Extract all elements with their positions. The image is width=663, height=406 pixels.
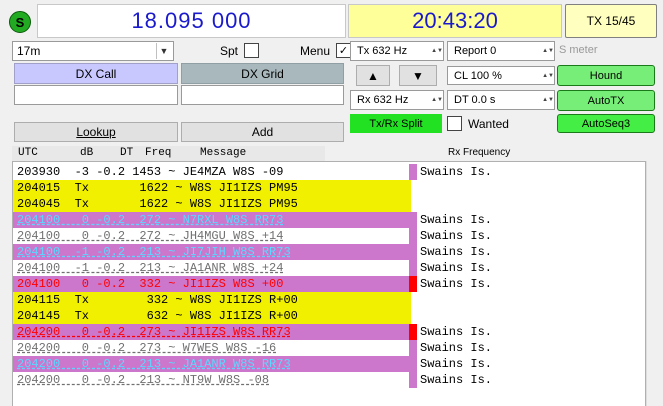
utc-clock: 20:43:20 <box>348 4 562 38</box>
wanted-checkbox[interactable] <box>447 116 462 131</box>
message-row[interactable]: 204045 Tx 1622 ~ W8S JI1IZS PM95 <box>13 196 411 212</box>
header-rx-frequency: Rx Frequency <box>448 147 511 158</box>
chevron-down-icon: ▼ <box>156 43 171 59</box>
message-row[interactable]: 204015 Tx 1622 ~ W8S JI1IZS PM95 <box>13 180 411 196</box>
message-row[interactable]: 203930 -3 -0.2 1453 ~ JE4MZA W8S -09 <box>13 164 411 180</box>
header-dt: DT <box>120 147 134 159</box>
row-location: Swains Is. <box>420 245 493 259</box>
row-location: Swains Is. <box>420 261 493 275</box>
spin-arrows-icon[interactable]: ▲▼ <box>542 68 554 83</box>
header-utc: UTC <box>18 147 38 159</box>
cl-value: CL 100 % <box>454 69 502 82</box>
scrollbar[interactable] <box>646 161 663 406</box>
row-location: Swains Is. <box>420 341 493 355</box>
tx-frequency-spinbox[interactable]: Tx 632 Hz ▲▼ <box>350 41 444 61</box>
dx-grid-input[interactable] <box>181 85 344 105</box>
message-row[interactable]: 204100 0 -0.2 272 ~ N7RXL W8S RR73 <box>13 212 411 228</box>
message-row[interactable]: 204200 0 -0.2 273 ~ W7WES W8S -16 <box>13 340 411 356</box>
header-message: Message <box>200 147 247 159</box>
spot-toggle[interactable]: Spt <box>220 43 260 58</box>
wanted-toggle[interactable]: Wanted <box>447 116 509 131</box>
autoseq-button[interactable]: AutoSeq3 <box>557 114 655 133</box>
row-marker <box>409 356 417 372</box>
hound-button[interactable]: Hound <box>557 65 655 86</box>
message-row[interactable]: 204200 0 -0.2 213 ~ NT9W W8S -08 <box>13 372 411 388</box>
dt-spinbox[interactable]: DT 0.0 s ▲▼ <box>447 90 555 110</box>
row-location: Swains Is. <box>420 213 493 227</box>
menu-toggle[interactable]: Menu ✓ <box>300 43 352 58</box>
row-marker <box>409 164 417 180</box>
lookup-button[interactable]: Lookup <box>14 122 178 142</box>
band-activity-list[interactable]: 203930 -3 -0.2 1453 ~ JE4MZA W8S -09 Swai… <box>12 161 646 406</box>
rx-frequency-spinbox[interactable]: Rx 632 Hz ▲▼ <box>350 90 444 110</box>
row-marker <box>409 372 417 388</box>
row-marker <box>409 244 417 260</box>
spin-arrows-icon[interactable]: ▲▼ <box>542 43 554 59</box>
tx-rx-split-button[interactable]: Tx/Rx Split <box>350 114 442 133</box>
cl-spinbox[interactable]: CL 100 % ▲▼ <box>447 66 555 85</box>
report-value: Report 0 <box>454 45 497 57</box>
dx-call-label: DX Call <box>14 63 178 84</box>
message-row[interactable]: 204115 Tx 332 ~ W8S JI1IZS R+00 <box>13 292 411 308</box>
s-meter-label: S meter <box>559 44 598 56</box>
add-button[interactable]: Add <box>181 122 344 142</box>
spot-label: Spt <box>220 43 239 58</box>
arrow-up-icon: ▲ <box>367 68 379 83</box>
arrow-down-icon: ▼ <box>412 68 424 83</box>
autotx-button[interactable]: AutoTX <box>557 90 655 111</box>
row-location: Swains Is. <box>420 325 493 339</box>
menu-label: Menu <box>300 43 331 58</box>
band-value: 17m <box>17 44 41 58</box>
message-row[interactable]: 204200 0 -0.2 273 ~ JI1IZS W8S RR73 <box>13 324 411 340</box>
message-row[interactable]: 204100 0 -0.2 272 ~ JH4MGU W8S +14 <box>13 228 411 244</box>
report-spinbox[interactable]: Report 0 ▲▼ <box>447 41 555 61</box>
dial-frequency-display: 18.095 000 <box>37 4 346 38</box>
band-select[interactable]: 17m ▼ <box>12 41 174 61</box>
row-marker <box>409 324 417 340</box>
row-marker <box>409 228 417 244</box>
header-freq: Freq <box>145 147 172 159</box>
rx-frequency-value: Rx 632 Hz <box>357 94 409 106</box>
message-row[interactable]: 204100 -1 -0.2 213 ~ JA1ANR W8S +24 <box>13 260 411 276</box>
wanted-label: Wanted <box>468 116 509 131</box>
row-location: Swains Is. <box>420 229 493 243</box>
row-marker <box>409 276 417 292</box>
dt-value: DT 0.0 s <box>454 94 496 106</box>
row-location: Swains Is. <box>420 165 493 179</box>
tx-frequency-value: Tx 632 Hz <box>357 45 408 57</box>
message-row[interactable]: 204100 0 -0.2 332 ~ JI1IZS W8S +00 <box>13 276 411 292</box>
row-marker <box>409 340 417 356</box>
spin-arrows-icon[interactable]: ▲▼ <box>431 43 443 59</box>
spot-checkbox[interactable] <box>244 43 260 58</box>
lookup-label: Lookup <box>76 125 116 139</box>
tx-period-button[interactable]: TX 15/45 <box>565 4 657 38</box>
row-location: Swains Is. <box>420 373 493 387</box>
freq-up-button[interactable]: ▲ <box>356 65 390 86</box>
spin-arrows-icon[interactable]: ▲▼ <box>431 92 443 108</box>
row-location: Swains Is. <box>420 277 493 291</box>
row-marker <box>409 212 417 228</box>
row-marker <box>409 260 417 276</box>
spin-arrows-icon[interactable]: ▲▼ <box>542 92 554 108</box>
message-row[interactable]: 204145 Tx 632 ~ W8S JI1IZS R+00 <box>13 308 411 324</box>
menu-checkbox[interactable]: ✓ <box>336 43 352 58</box>
freq-down-button[interactable]: ▼ <box>399 65 437 86</box>
dx-grid-label: DX Grid <box>181 63 344 84</box>
dx-call-input[interactable] <box>14 85 178 105</box>
message-row[interactable]: 204100 -1 -0.2 213 ~ JI7JIH W8S RR73 <box>13 244 411 260</box>
header-db: dB <box>80 147 94 159</box>
status-indicator: S <box>9 11 31 33</box>
message-row[interactable]: 204200 0 -0.2 213 ~ JA1ANR W8S RR73 <box>13 356 411 372</box>
row-location: Swains Is. <box>420 357 493 371</box>
